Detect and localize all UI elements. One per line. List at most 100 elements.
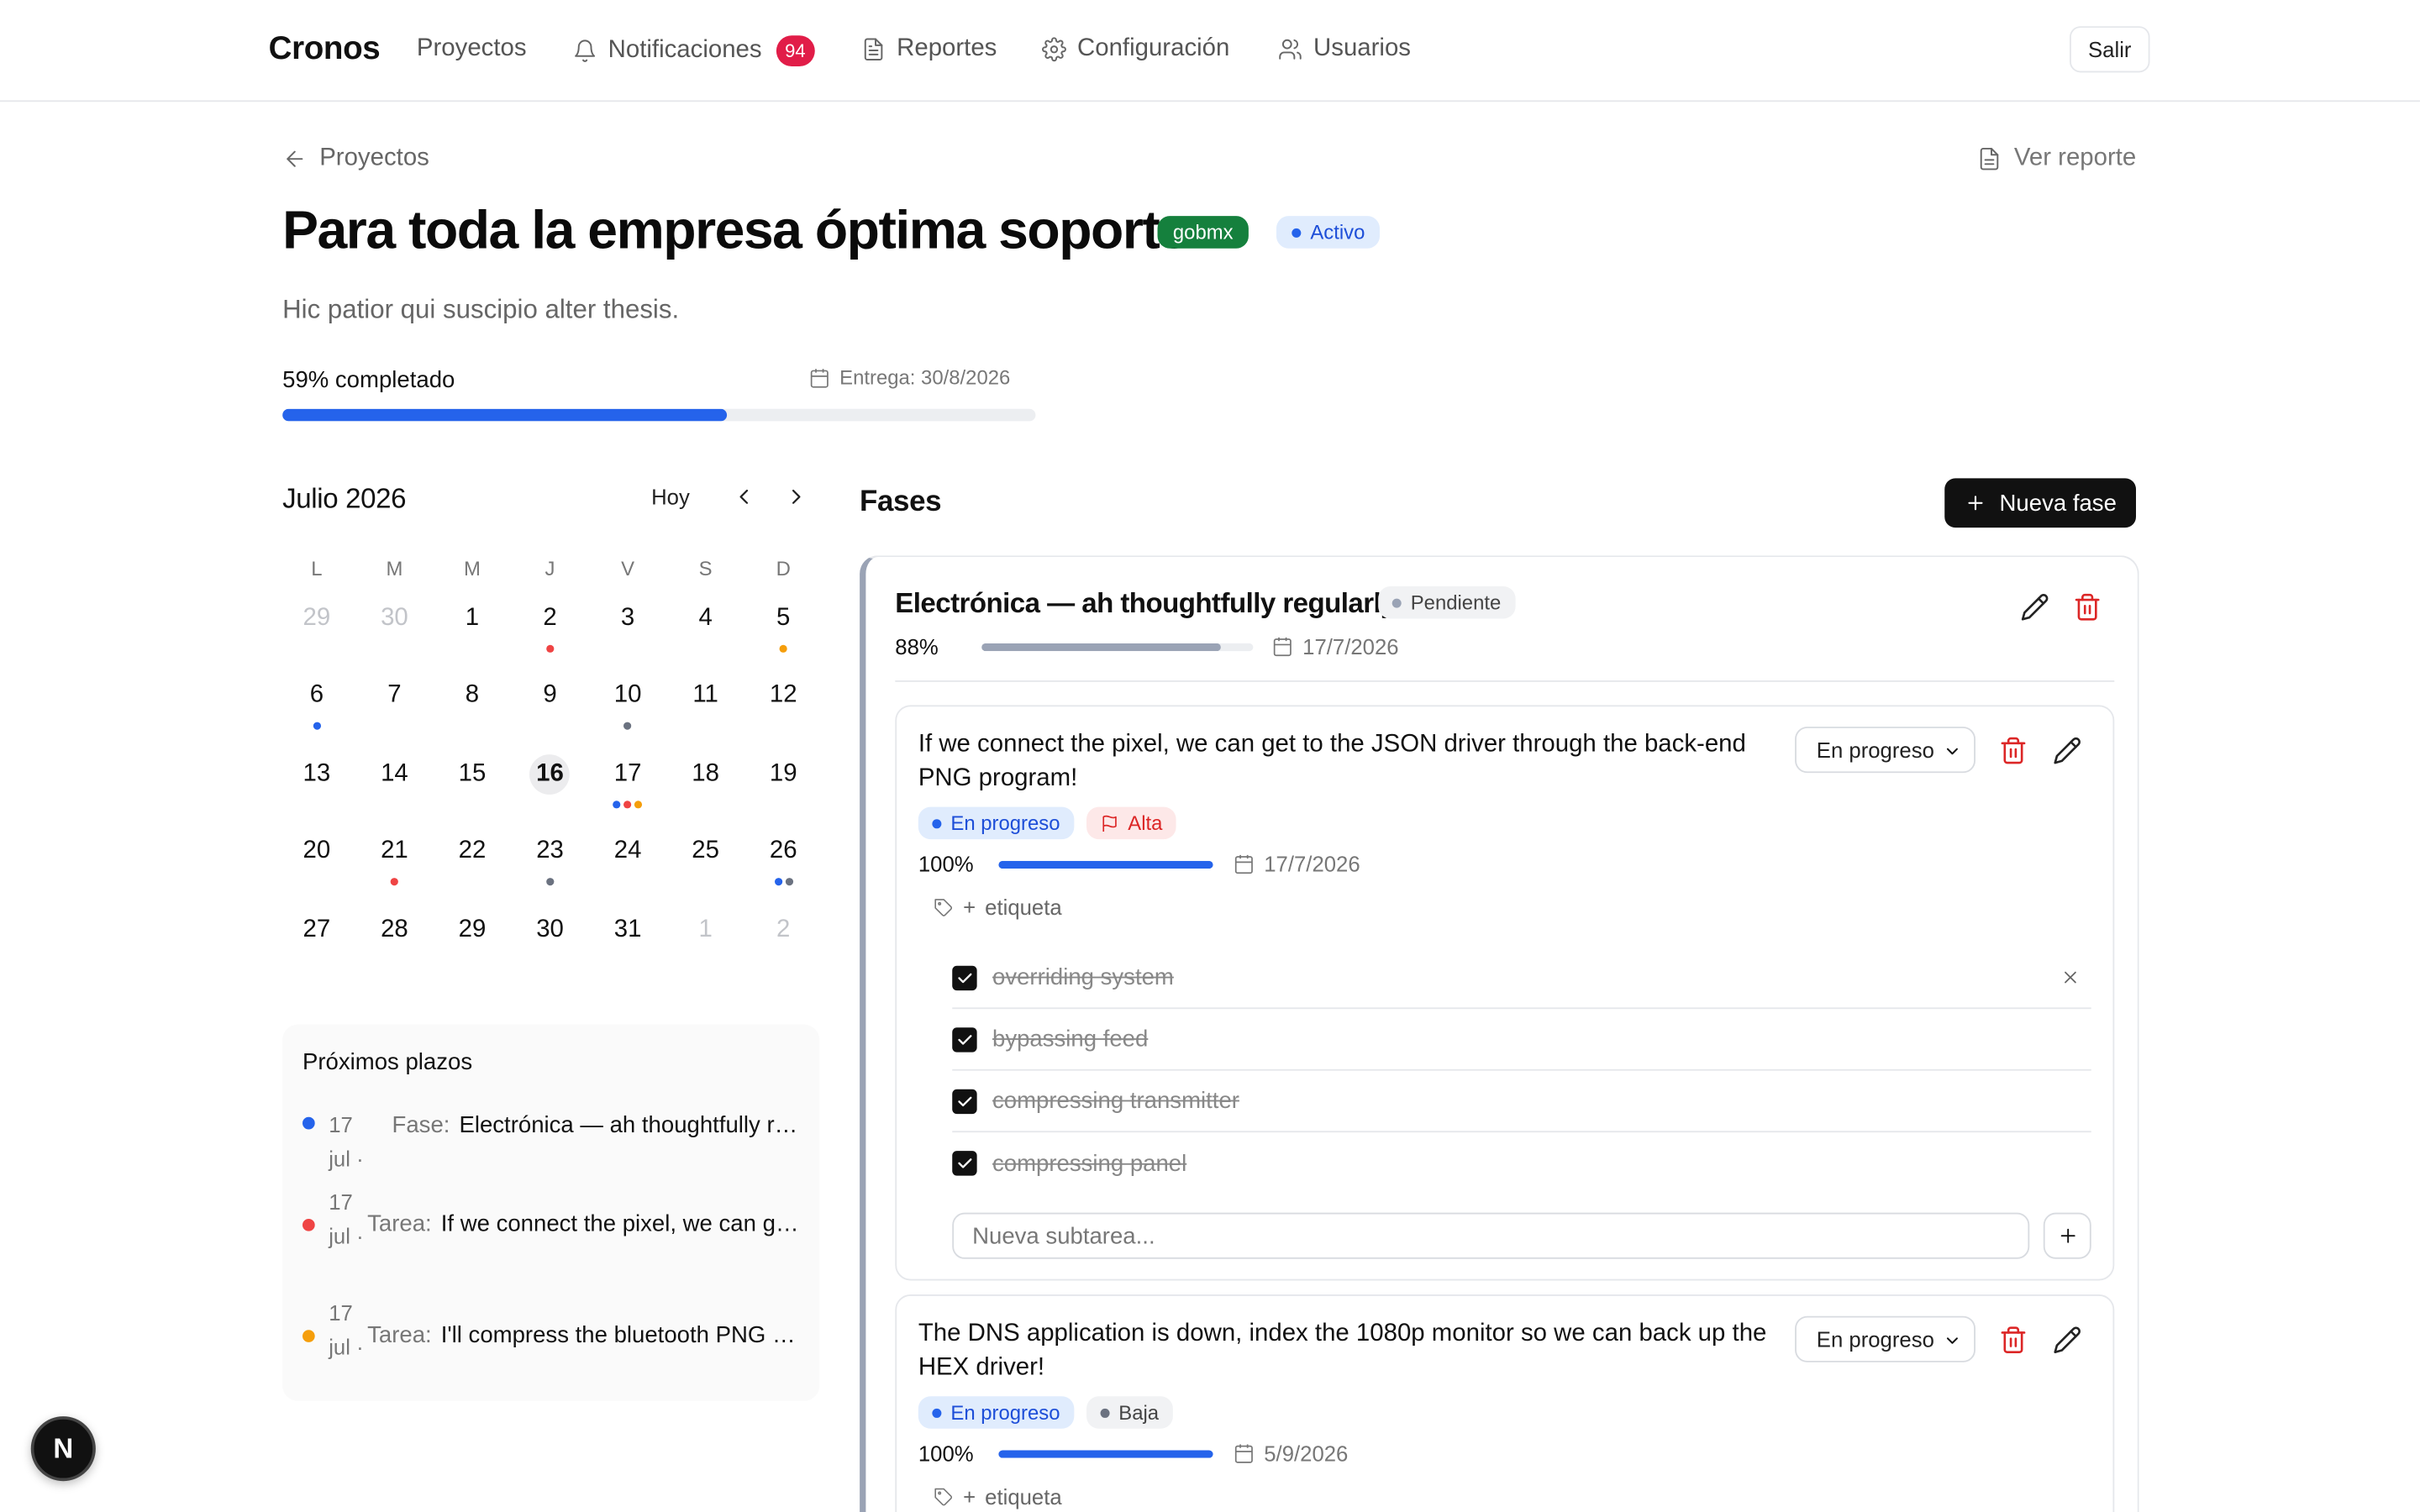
nav-notifications-label: Notificaciones bbox=[608, 37, 762, 64]
logout-button[interactable]: Salir bbox=[2070, 26, 2150, 73]
pencil-icon bbox=[2021, 594, 2049, 621]
calendar-prev-button[interactable] bbox=[732, 485, 756, 509]
deadline-item[interactable]: 17 jul · Fase: Electrónica — ah thoughtf… bbox=[302, 1108, 804, 1176]
delete-task-button[interactable] bbox=[1999, 1326, 2030, 1357]
event-dot bbox=[545, 878, 555, 886]
calendar-day[interactable]: 1 bbox=[434, 590, 512, 668]
back-to-projects-link[interactable]: Proyectos bbox=[282, 145, 429, 173]
remove-subtask-button[interactable] bbox=[2060, 968, 2082, 990]
calendar-day[interactable]: 8 bbox=[434, 667, 512, 745]
edit-task-button[interactable] bbox=[2053, 1326, 2084, 1357]
calendar-day[interactable]: 19 bbox=[744, 745, 823, 823]
event-dot bbox=[313, 722, 321, 731]
calendar-day[interactable]: 4 bbox=[666, 590, 744, 668]
view-report-link[interactable]: Ver reporte bbox=[1977, 145, 2136, 173]
delete-task-button[interactable] bbox=[1999, 736, 2030, 767]
task-status-select[interactable]: En progreso bbox=[1795, 1315, 1975, 1362]
add-tag-button[interactable]: + etiqueta bbox=[934, 895, 1062, 920]
calendar-day[interactable]: 30 bbox=[511, 900, 589, 979]
pencil-icon bbox=[2054, 1326, 2081, 1354]
calendar-day[interactable]: 28 bbox=[355, 900, 434, 979]
calendar-icon bbox=[1234, 1444, 1253, 1463]
calendar-day[interactable]: 11 bbox=[666, 667, 744, 745]
calendar-day[interactable]: 15 bbox=[434, 745, 512, 823]
add-subtask-button[interactable] bbox=[2043, 1212, 2091, 1259]
add-tag-button[interactable]: + etiqueta bbox=[934, 1484, 1062, 1509]
calendar-day-number: 29 bbox=[458, 916, 487, 942]
calendar-today-button[interactable]: Hoy bbox=[651, 485, 690, 509]
edit-task-button[interactable] bbox=[2053, 736, 2084, 767]
calendar-day[interactable]: 18 bbox=[666, 745, 744, 823]
calendar-day[interactable]: 2 bbox=[744, 900, 823, 979]
calendar-day[interactable]: 30 bbox=[355, 590, 434, 668]
calendar-day-number: 19 bbox=[769, 760, 797, 787]
event-dot bbox=[779, 644, 787, 653]
delete-phase-button[interactable] bbox=[2073, 592, 2104, 623]
calendar-next-button[interactable] bbox=[784, 485, 808, 509]
event-dot bbox=[774, 878, 782, 886]
calendar-day[interactable]: 31 bbox=[589, 900, 667, 979]
nav-settings[interactable]: Configuración bbox=[1042, 35, 1229, 63]
task-status-select[interactable]: En progreso bbox=[1795, 727, 1975, 774]
task-progress-fill bbox=[998, 860, 1213, 869]
chevron-down-icon bbox=[1946, 1337, 1958, 1344]
nav-projects[interactable]: Proyectos bbox=[417, 35, 527, 63]
calendar-day[interactable]: 25 bbox=[666, 822, 744, 900]
task-date-label: 17/7/2026 bbox=[1264, 851, 1360, 877]
subtask-row: bypassing feed bbox=[952, 1009, 2091, 1071]
deadline-item[interactable]: 17 jul · Tarea: If we connect the pixel,… bbox=[302, 1185, 804, 1253]
nav-users[interactable]: Usuarios bbox=[1278, 35, 1411, 63]
users-icon bbox=[1279, 39, 1302, 60]
calendar-day[interactable]: 20 bbox=[278, 822, 356, 900]
calendar-day[interactable]: 12 bbox=[744, 667, 823, 745]
calendar-day[interactable]: 29 bbox=[434, 900, 512, 979]
task-date: 17/7/2026 bbox=[1234, 852, 1360, 876]
calendar-day-today[interactable]: 16 bbox=[511, 745, 589, 823]
calendar-day[interactable]: 3 bbox=[589, 590, 667, 668]
calendar-day[interactable]: 13 bbox=[278, 745, 356, 823]
calendar-day-number: 29 bbox=[302, 604, 331, 632]
subtask-checkbox[interactable] bbox=[952, 964, 977, 990]
task-status-label: En progreso bbox=[950, 1400, 1060, 1425]
new-phase-button[interactable]: Nueva fase bbox=[1944, 478, 2136, 528]
dev-tools-badge[interactable]: N bbox=[30, 1416, 96, 1482]
calendar-event-dots bbox=[278, 722, 356, 731]
nav-reports[interactable]: Reportes bbox=[861, 35, 997, 63]
calendar-day[interactable]: 22 bbox=[434, 822, 512, 900]
deadline-item[interactable]: 17 jul · Tarea: I'll compress the blueto… bbox=[302, 1296, 804, 1364]
task-date: 5/9/2026 bbox=[1234, 1441, 1348, 1466]
brand-logo[interactable]: Cronos bbox=[269, 31, 381, 68]
new-subtask-input[interactable]: Nueva subtarea... bbox=[952, 1212, 2030, 1259]
calendar-day[interactable]: 23 bbox=[511, 822, 589, 900]
calendar-day[interactable]: 27 bbox=[278, 900, 356, 979]
calendar-day[interactable]: 5 bbox=[744, 590, 823, 668]
calendar-day[interactable]: 26 bbox=[744, 822, 823, 900]
phase-date-label: 17/7/2026 bbox=[1302, 633, 1399, 659]
calendar-event-dots bbox=[511, 644, 589, 653]
calendar-day[interactable]: 24 bbox=[589, 822, 667, 900]
calendar-day-number: 25 bbox=[692, 837, 719, 864]
calendar-day[interactable]: 6 bbox=[278, 667, 356, 745]
calendar-day[interactable]: 7 bbox=[355, 667, 434, 745]
progress-label: 59% completado bbox=[282, 367, 455, 394]
calendar-day[interactable]: 17 bbox=[589, 745, 667, 823]
nav-notifications[interactable]: Notificaciones 94 bbox=[572, 35, 815, 66]
edit-phase-button[interactable] bbox=[2020, 592, 2051, 623]
calendar-day[interactable]: 21 bbox=[355, 822, 434, 900]
subtask-checkbox[interactable] bbox=[952, 1088, 977, 1114]
event-dot bbox=[613, 800, 621, 809]
calendar-day-number: 10 bbox=[613, 682, 642, 709]
subtask-checkbox[interactable] bbox=[952, 1151, 977, 1176]
subtask-checkbox[interactable] bbox=[952, 1026, 977, 1052]
calendar-day[interactable]: 29 bbox=[278, 590, 356, 668]
chevron-right-icon bbox=[792, 489, 801, 504]
deadline-title: If we connect the pixel, we can get to t… bbox=[440, 1210, 804, 1238]
calendar-day[interactable]: 10 bbox=[589, 667, 667, 745]
calendar-day[interactable]: 1 bbox=[666, 900, 744, 979]
calendar-day[interactable]: 9 bbox=[511, 667, 589, 745]
task-percent: 100% bbox=[918, 851, 974, 877]
calendar-day[interactable]: 14 bbox=[355, 745, 434, 823]
calendar-day[interactable]: 2 bbox=[511, 590, 589, 668]
task-title: If we connect the pixel, we can get to t… bbox=[918, 731, 1746, 792]
check-icon bbox=[958, 972, 972, 983]
